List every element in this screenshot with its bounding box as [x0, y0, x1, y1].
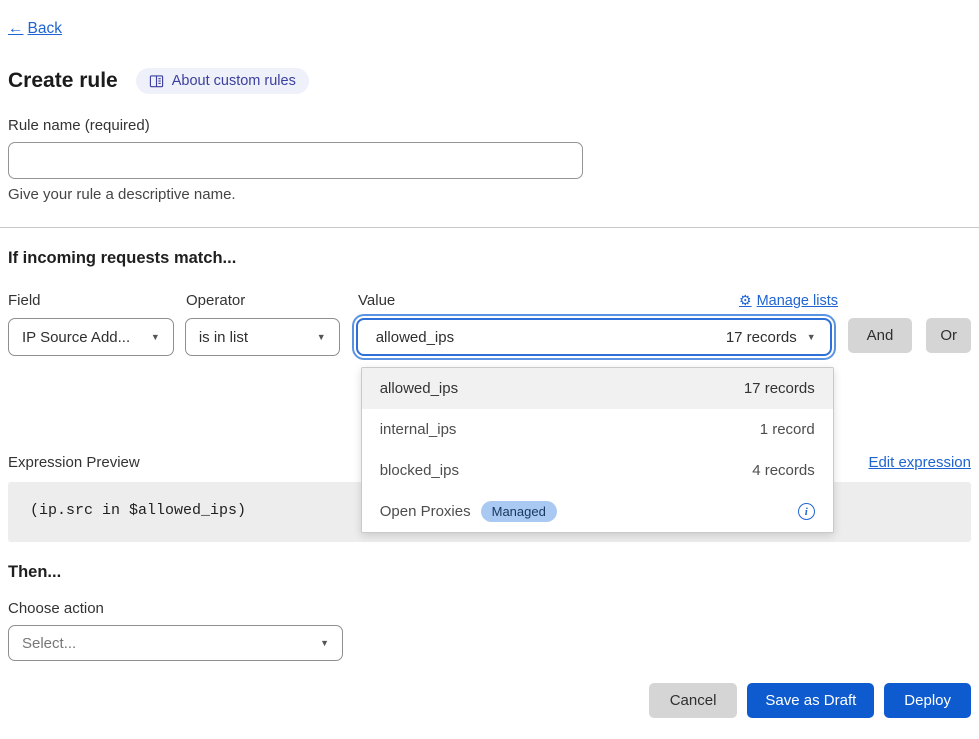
edit-expression-link[interactable]: Edit expression	[868, 454, 971, 471]
back-arrow-icon: ←	[8, 20, 24, 38]
list-records: 1 record	[760, 421, 815, 438]
list-name: allowed_ips	[380, 380, 458, 397]
list-option-internal-ips[interactable]: internal_ips 1 record	[362, 409, 833, 450]
action-select-placeholder: Select...	[22, 635, 76, 652]
section-divider	[0, 227, 979, 228]
deploy-button[interactable]: Deploy	[884, 683, 971, 718]
back-label: Back	[28, 20, 62, 38]
list-option-blocked-ips[interactable]: blocked_ips 4 records	[362, 450, 833, 491]
about-custom-rules-link[interactable]: About custom rules	[136, 68, 309, 94]
value-records-count: 17 records	[726, 329, 797, 346]
value-combobox-value: allowed_ips	[376, 329, 454, 346]
match-section-heading: If incoming requests match...	[8, 249, 971, 268]
chevron-down-icon: ▼	[317, 332, 326, 342]
operator-select[interactable]: is in list ▼	[185, 318, 340, 356]
page-title: Create rule	[8, 69, 118, 93]
or-button[interactable]: Or	[926, 318, 971, 353]
back-link[interactable]: ←Back	[8, 20, 62, 38]
chevron-down-icon: ▼	[151, 332, 160, 342]
about-custom-rules-label: About custom rules	[172, 73, 296, 89]
rule-name-input[interactable]	[8, 142, 583, 179]
list-name: internal_ips	[380, 421, 457, 438]
info-icon[interactable]: i	[798, 503, 815, 520]
create-rule-page: ←Back Create rule About custom rules Rul…	[0, 0, 979, 738]
list-records: 4 records	[752, 462, 815, 479]
save-as-draft-button[interactable]: Save as Draft	[747, 683, 874, 718]
and-button[interactable]: And	[848, 318, 913, 353]
operator-label: Operator	[186, 292, 342, 309]
list-option-allowed-ips[interactable]: allowed_ips 17 records	[362, 368, 833, 409]
list-option-open-proxies[interactable]: Open Proxies Managed i	[362, 491, 833, 532]
managed-badge: Managed	[481, 501, 557, 522]
manage-lists-link[interactable]: ⚙ Manage lists	[739, 292, 838, 309]
then-section-heading: Then...	[8, 563, 971, 582]
expression-preview-label: Expression Preview	[8, 454, 140, 471]
operator-select-value: is in list	[199, 329, 248, 346]
book-icon	[149, 74, 164, 89]
list-name: Open Proxies	[380, 503, 471, 520]
action-select[interactable]: Select... ▼	[8, 625, 343, 661]
chevron-down-icon: ▼	[807, 332, 816, 342]
field-label: Field	[8, 292, 175, 309]
field-select-value: IP Source Add...	[22, 329, 130, 346]
chevron-down-icon: ▼	[320, 638, 329, 648]
field-select[interactable]: IP Source Add... ▼	[8, 318, 174, 356]
lists-dropdown-panel: allowed_ips 17 records internal_ips 1 re…	[361, 367, 834, 533]
rule-name-label: Rule name (required)	[8, 117, 971, 134]
gear-icon: ⚙	[739, 292, 752, 309]
value-combobox[interactable]: allowed_ips 17 records ▼	[356, 318, 832, 356]
rule-name-helper: Give your rule a descriptive name.	[8, 186, 971, 203]
manage-lists-label: Manage lists	[757, 293, 838, 309]
choose-action-label: Choose action	[8, 600, 971, 617]
list-records: 17 records	[744, 380, 815, 397]
cancel-button[interactable]: Cancel	[649, 683, 738, 718]
value-label: Value	[358, 292, 395, 309]
list-name: blocked_ips	[380, 462, 459, 479]
